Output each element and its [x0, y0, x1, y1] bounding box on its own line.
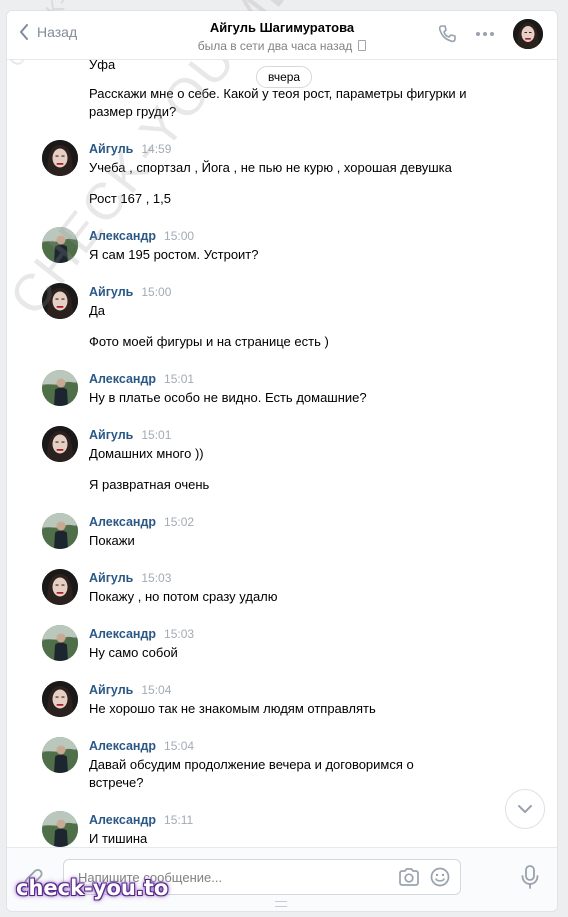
message-text: Давай обсудим продолжение вечера и догов…: [89, 757, 414, 790]
message-text: Рост 167 , 1,5: [89, 191, 171, 206]
avatar[interactable]: [42, 681, 78, 717]
author-name[interactable]: Александр 15:00: [89, 229, 194, 243]
voice-message-button[interactable]: [521, 865, 539, 894]
message-text: Не хорошо так не знакомым людям отправля…: [89, 701, 376, 716]
camera-button[interactable]: [398, 867, 420, 892]
author-name[interactable]: Айгуль 15:03: [89, 571, 171, 585]
author-name[interactable]: Александр 15:04: [89, 739, 194, 753]
message-text: Покажу , но потом сразу удалю: [89, 589, 278, 604]
avatar[interactable]: [42, 513, 78, 549]
more-button[interactable]: [475, 31, 495, 37]
avatar[interactable]: [42, 283, 78, 319]
message-text: Да: [89, 303, 106, 318]
message-time: 15:00: [164, 229, 195, 243]
contact-avatar[interactable]: [513, 19, 543, 49]
avatar[interactable]: [42, 140, 78, 176]
emoji-button[interactable]: [430, 867, 450, 892]
message-text: Ну само собой: [89, 645, 178, 660]
message-text: Я сам 195 ростом. Устроит?: [89, 247, 259, 262]
avatar[interactable]: [42, 370, 78, 406]
message-text: Фото моей фигуры и на странице есть ): [89, 334, 329, 349]
avatar[interactable]: [42, 811, 78, 847]
message-time: 15:03: [164, 627, 195, 641]
author-name[interactable]: Айгуль 15:00: [89, 285, 171, 299]
message-time: 15:00: [141, 285, 172, 299]
message-history[interactable]: вчера Уфа Расскажи мне о себе. Какой у т…: [7, 60, 557, 847]
microphone-icon: [521, 865, 539, 889]
phone-icon: [438, 25, 456, 43]
message-text: Расскажи мне о себе. Какой у теоя рост, …: [89, 86, 467, 119]
resize-grip[interactable]: [275, 901, 287, 907]
message-time: 15:04: [141, 683, 172, 697]
mobile-icon: [358, 40, 367, 51]
message-text: Уфа: [89, 60, 116, 72]
message-time: 15:11: [164, 813, 194, 827]
chevron-down-icon: [518, 805, 532, 813]
avatar[interactable]: [42, 625, 78, 661]
message-time: 14:59: [141, 142, 172, 156]
message-text: Покажи: [89, 533, 135, 548]
author-name[interactable]: Александр 15:02: [89, 515, 194, 529]
chat-window: Назад Айгуль Шагимуратова была в сети дв…: [6, 10, 558, 912]
more-dots-icon: [476, 32, 494, 36]
camera-icon: [399, 868, 419, 886]
author-name[interactable]: Александр 15:11: [89, 813, 193, 827]
author-name[interactable]: Александр 15:03: [89, 627, 194, 641]
chat-header: Назад Айгуль Шагимуратова была в сети дв…: [7, 11, 557, 60]
message-time: 15:01: [141, 428, 172, 442]
status-text: была в сети два часа назад: [197, 39, 353, 53]
scroll-down-button[interactable]: [505, 789, 545, 829]
author-name[interactable]: Айгуль 15:04: [89, 683, 171, 697]
message-text: Домашних много )): [89, 446, 204, 461]
watermark-logo: check-you.to: [16, 876, 169, 900]
message-time: 15:04: [164, 739, 195, 753]
message-text: И тишина: [89, 831, 148, 846]
author-name[interactable]: Александр 15:01: [89, 372, 194, 386]
message-time: 15:02: [164, 515, 195, 529]
avatar[interactable]: [42, 227, 78, 263]
message-time: 15:01: [164, 372, 195, 386]
avatar[interactable]: [42, 426, 78, 462]
author-name[interactable]: Айгуль 14:59: [89, 142, 171, 156]
message-text: Ну в платье особо не видно. Есть домашни…: [89, 390, 367, 405]
avatar[interactable]: [42, 569, 78, 605]
message-text: Учеба , спортзал , Йога , не пью не курю…: [89, 160, 452, 175]
author-name[interactable]: Айгуль 15:01: [89, 428, 171, 442]
avatar[interactable]: [42, 737, 78, 773]
call-button[interactable]: [437, 24, 457, 44]
message-text: Я развратная очень: [89, 477, 210, 492]
message-time: 15:03: [141, 571, 172, 585]
smile-icon: [430, 867, 450, 887]
